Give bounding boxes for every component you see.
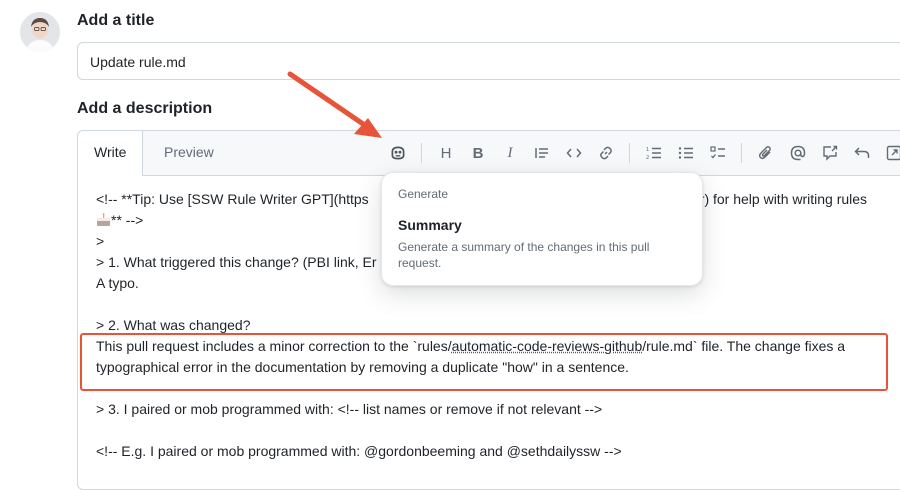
heading-icon[interactable]: H: [436, 143, 456, 163]
editor-tabbar: Write Preview H B I 12: [78, 131, 900, 176]
attach-icon[interactable]: [756, 143, 776, 163]
unordered-list-icon[interactable]: [676, 143, 696, 163]
text-line: A typo.: [96, 275, 139, 291]
generate-popup: Generate Summary Generate a summary of t…: [381, 172, 703, 286]
title-label: Add a title: [77, 12, 154, 30]
avatar[interactable]: [20, 12, 60, 52]
text-line: iter) for help with writing rules: [685, 191, 867, 207]
text-line: ** -->: [96, 212, 143, 228]
popup-heading: Generate: [398, 187, 448, 201]
quote-icon[interactable]: [532, 143, 552, 163]
ordered-list-icon[interactable]: 12: [644, 143, 664, 163]
annotation-highlight-box: [80, 333, 888, 391]
text-line: > 3. I paired or mob programmed with: <!…: [96, 401, 602, 417]
svg-text:1: 1: [646, 147, 649, 153]
svg-text:2: 2: [646, 155, 649, 161]
code-icon[interactable]: [564, 143, 584, 163]
bold-icon[interactable]: B: [468, 143, 488, 163]
task-list-icon[interactable]: [708, 143, 728, 163]
italic-icon[interactable]: I: [500, 143, 520, 163]
tab-write[interactable]: Write: [78, 131, 143, 176]
text-line: > 2. What was changed?: [96, 317, 251, 333]
fullscreen-icon[interactable]: [884, 143, 900, 163]
annotation-arrow-icon: [282, 68, 392, 148]
text-line: <!-- E.g. I paired or mob programmed wit…: [96, 443, 622, 459]
reference-icon[interactable]: [820, 143, 840, 163]
link-icon[interactable]: [596, 143, 616, 163]
text-line-fragment: ** -->: [111, 212, 143, 228]
undo-icon[interactable]: [852, 143, 872, 163]
summary-option[interactable]: Summary: [398, 217, 462, 233]
mention-icon[interactable]: [788, 143, 808, 163]
text-line: >: [96, 233, 104, 249]
tab-preview[interactable]: Preview: [148, 131, 230, 175]
text-line: > 1. What triggered this change? (PBI li…: [96, 254, 377, 270]
description-label: Add a description: [77, 100, 212, 118]
title-input[interactable]: Update rule.md: [77, 42, 900, 80]
text-line: <!-- **Tip: Use [SSW Rule Writer GPT](ht…: [96, 191, 369, 207]
summary-option-description[interactable]: Generate a summary of the changes in thi…: [398, 239, 688, 271]
cake-emoji-icon: [96, 213, 111, 227]
